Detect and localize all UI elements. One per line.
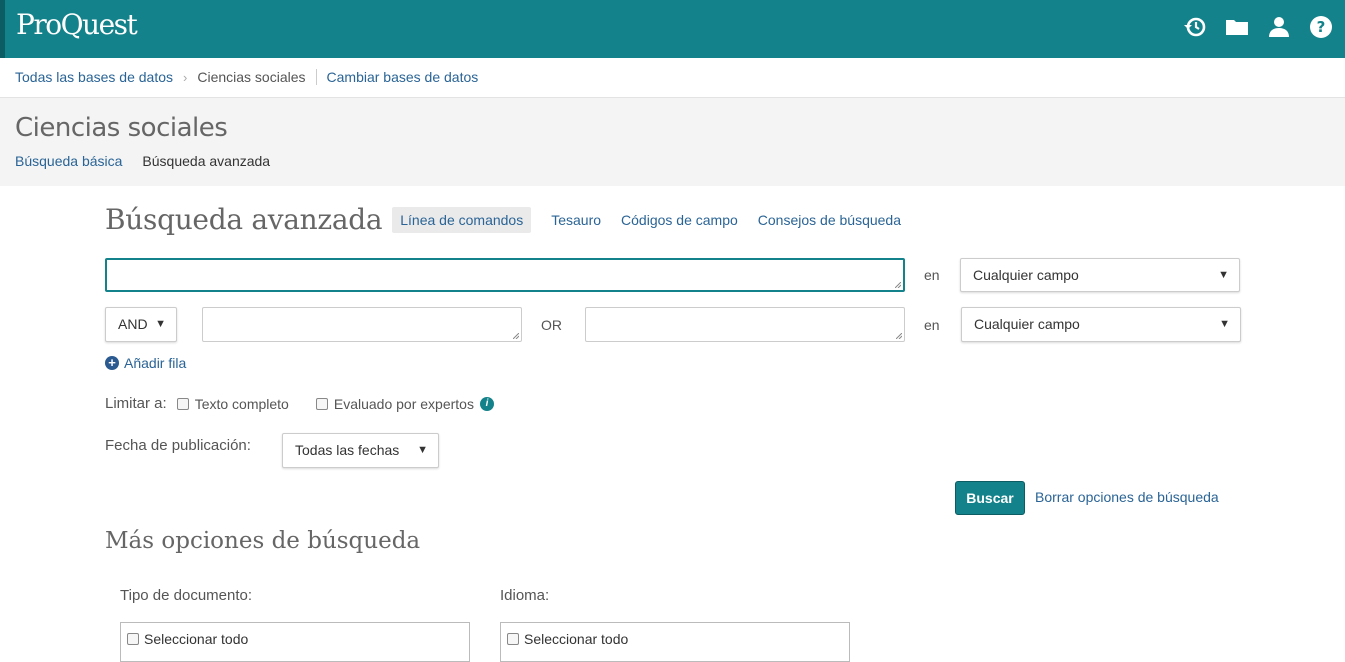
- plus-circle-icon: +: [105, 356, 119, 370]
- field-select-value: Cualquier campo: [974, 316, 1080, 332]
- caret-down-icon: ▼: [417, 444, 428, 456]
- search-mode-nav: Búsqueda básica Búsqueda avanzada: [15, 153, 270, 169]
- select-all-checkbox[interactable]: [127, 633, 139, 645]
- page-title: Ciencias sociales: [15, 113, 228, 143]
- peer-reviewed-checkbox[interactable]: [315, 397, 328, 410]
- resize-handle-icon[interactable]: [895, 282, 901, 288]
- proquest-logo[interactable]: ProQuest: [16, 8, 138, 41]
- advanced-links: Línea de comandos Tesauro Códigos de cam…: [392, 206, 921, 233]
- limit-options: Limitar a: Texto completo Evaluado por e…: [105, 395, 494, 412]
- publication-date-value: Todas las fechas: [295, 442, 400, 458]
- document-type-label: Tipo de documento:: [120, 587, 253, 604]
- thesaurus-link[interactable]: Tesauro: [551, 212, 601, 228]
- search-input-row1[interactable]: [105, 258, 905, 292]
- full-text-label[interactable]: Texto completo: [195, 396, 289, 412]
- add-row-button[interactable]: + Añadir fila: [105, 355, 186, 371]
- search-input-row2b[interactable]: [585, 307, 905, 342]
- add-row-label: Añadir fila: [124, 355, 187, 371]
- advanced-search-header: Búsqueda avanzada Línea de comandos Tesa…: [105, 203, 921, 236]
- search-tips-link[interactable]: Consejos de búsqueda: [758, 212, 901, 228]
- breadcrumb-all-databases[interactable]: Todas las bases de datos: [15, 69, 173, 85]
- list-item[interactable]: Seleccionar todo: [127, 631, 248, 647]
- publication-date-label: Fecha de publicación:: [105, 437, 251, 454]
- caret-down-icon: ▼: [155, 318, 166, 330]
- resize-handle-icon[interactable]: [896, 333, 902, 339]
- full-text-checkbox[interactable]: [176, 397, 189, 410]
- field-select-value: Cualquier campo: [973, 267, 1079, 283]
- select-all-checkbox[interactable]: [507, 633, 519, 645]
- or-label: OR: [541, 317, 562, 333]
- field-select-row2[interactable]: Cualquier campo ▼: [961, 307, 1241, 342]
- publication-date-select[interactable]: Todas las fechas ▼: [282, 433, 439, 468]
- title-band: Ciencias sociales Búsqueda básica Búsque…: [0, 98, 1345, 186]
- info-icon[interactable]: i: [479, 396, 494, 411]
- caret-down-icon: ▼: [1219, 318, 1230, 330]
- help-icon[interactable]: ?: [1309, 14, 1333, 40]
- folder-icon[interactable]: [1225, 14, 1249, 40]
- select-all-label[interactable]: Seleccionar todo: [144, 631, 248, 647]
- user-icon[interactable]: [1267, 14, 1291, 40]
- change-databases-link[interactable]: Cambiar bases de datos: [327, 69, 479, 85]
- peer-reviewed-label[interactable]: Evaluado por expertos: [334, 396, 474, 412]
- operator-select[interactable]: AND ▼: [105, 307, 177, 342]
- operator-value: AND: [118, 316, 148, 332]
- tab-advanced-search[interactable]: Búsqueda avanzada: [142, 153, 270, 169]
- search-input-row2a[interactable]: [202, 307, 522, 342]
- limit-label: Limitar a:: [105, 395, 167, 412]
- language-label: Idioma:: [500, 587, 550, 604]
- resize-handle-icon[interactable]: [513, 333, 519, 339]
- command-line-link[interactable]: Línea de comandos: [392, 206, 532, 233]
- breadcrumb: Todas las bases de datos › Ciencias soci…: [15, 69, 478, 85]
- more-options-title: Más opciones de búsqueda: [105, 528, 421, 554]
- language-list: Seleccionar todo: [500, 622, 850, 662]
- svg-text:?: ?: [1317, 18, 1326, 36]
- top-header: ProQuest ?: [0, 0, 1345, 58]
- clear-search-options-link[interactable]: Borrar opciones de búsqueda: [1035, 489, 1219, 505]
- list-item[interactable]: Seleccionar todo: [507, 631, 628, 647]
- field-select-row1[interactable]: Cualquier campo ▼: [960, 258, 1240, 292]
- chevron-right-icon: ›: [183, 69, 188, 85]
- breadcrumb-current: Ciencias sociales: [197, 69, 306, 85]
- in-label: en: [924, 267, 940, 283]
- advanced-search-heading: Búsqueda avanzada: [105, 203, 383, 236]
- select-all-label[interactable]: Seleccionar todo: [524, 631, 628, 647]
- field-codes-link[interactable]: Códigos de campo: [621, 212, 738, 228]
- tab-basic-search[interactable]: Búsqueda básica: [15, 153, 122, 169]
- caret-down-icon: ▼: [1218, 269, 1229, 281]
- document-type-list: Seleccionar todo: [120, 622, 470, 662]
- history-icon[interactable]: [1183, 14, 1207, 40]
- header-icons: ?: [1183, 14, 1333, 40]
- search-button[interactable]: Buscar: [955, 481, 1025, 515]
- divider: [315, 69, 317, 85]
- in-label: en: [924, 317, 940, 333]
